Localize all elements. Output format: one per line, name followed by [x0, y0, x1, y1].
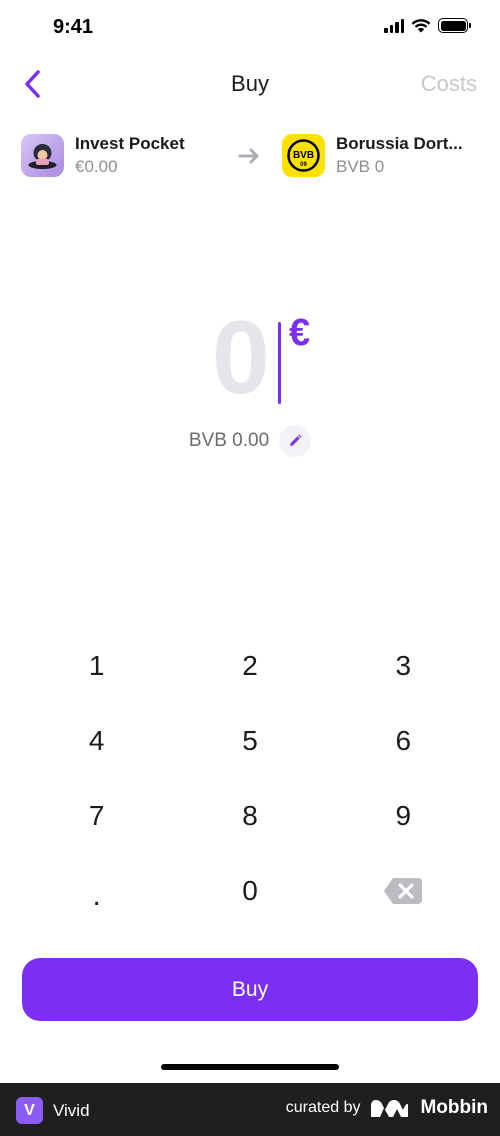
converted-amount: BVB 0.00: [188, 430, 270, 451]
text-caret: [278, 322, 281, 404]
cellular-signal-icon: [384, 18, 404, 33]
vivid-logo-icon: V: [16, 1097, 43, 1124]
target-pocket-balance: BVB 0: [336, 157, 385, 176]
key-0[interactable]: 0: [173, 853, 326, 928]
status-time: 9:41: [53, 16, 94, 38]
key-decimal[interactable]: .: [20, 853, 173, 928]
invest-pocket-avatar: [21, 134, 64, 177]
key-1[interactable]: 1: [20, 628, 173, 703]
key-7[interactable]: 7: [20, 778, 173, 853]
currency-symbol: €: [289, 312, 311, 354]
footer-credit: curated by Mobbin: [286, 1097, 488, 1119]
svg-text:BVB: BVB: [293, 150, 314, 161]
amount-display[interactable]: 0 €: [0, 300, 500, 420]
key-3[interactable]: 3: [327, 628, 480, 703]
wifi-icon: [411, 19, 431, 33]
arrow-right-icon: [238, 148, 259, 164]
status-bar: 9:41: [0, 0, 500, 56]
key-5[interactable]: 5: [173, 703, 326, 778]
brand-name: Vivid: [53, 1100, 90, 1120]
key-4[interactable]: 4: [20, 703, 173, 778]
home-indicator[interactable]: [161, 1064, 339, 1070]
footer-bar: V Vivid curated by Mobbin: [0, 1083, 500, 1136]
bvb-logo: BVB 09: [282, 134, 325, 177]
nav-bar: Buy Costs: [0, 56, 500, 112]
amount-value: 0: [212, 300, 270, 416]
credit-text: curated by: [285, 1099, 361, 1116]
numeric-keypad: 1 2 3 4 5 6 7 8 9 . 0: [20, 628, 480, 928]
edit-amount-button[interactable]: [279, 425, 312, 457]
transfer-row: Invest Pocket €0.00 BVB 09 Borussia Dort…: [0, 134, 500, 184]
mobbin-logo-icon: [371, 1100, 409, 1117]
backspace-icon: [384, 877, 423, 904]
svg-text:09: 09: [300, 162, 307, 168]
pencil-icon: [290, 434, 302, 446]
battery-icon: [438, 18, 471, 33]
key-2[interactable]: 2: [173, 628, 326, 703]
footer-brand: V Vivid: [16, 1097, 90, 1124]
backspace-button[interactable]: [327, 853, 480, 928]
key-8[interactable]: 8: [173, 778, 326, 853]
conversion-row: BVB 0.00: [0, 424, 500, 458]
mobbin-name: Mobbin: [420, 1097, 488, 1118]
source-pocket[interactable]: Invest Pocket €0.00: [21, 134, 185, 177]
buy-button[interactable]: Buy: [22, 958, 478, 1021]
target-pocket[interactable]: BVB 09 Borussia Dort... BVB 0: [282, 134, 463, 177]
target-pocket-name: Borussia Dort...: [336, 134, 463, 153]
costs-button[interactable]: Costs: [421, 71, 477, 97]
source-pocket-balance: €0.00: [75, 157, 118, 176]
key-6[interactable]: 6: [327, 703, 480, 778]
source-pocket-name: Invest Pocket: [75, 134, 185, 153]
status-icons: [384, 18, 471, 33]
key-9[interactable]: 9: [327, 778, 480, 853]
